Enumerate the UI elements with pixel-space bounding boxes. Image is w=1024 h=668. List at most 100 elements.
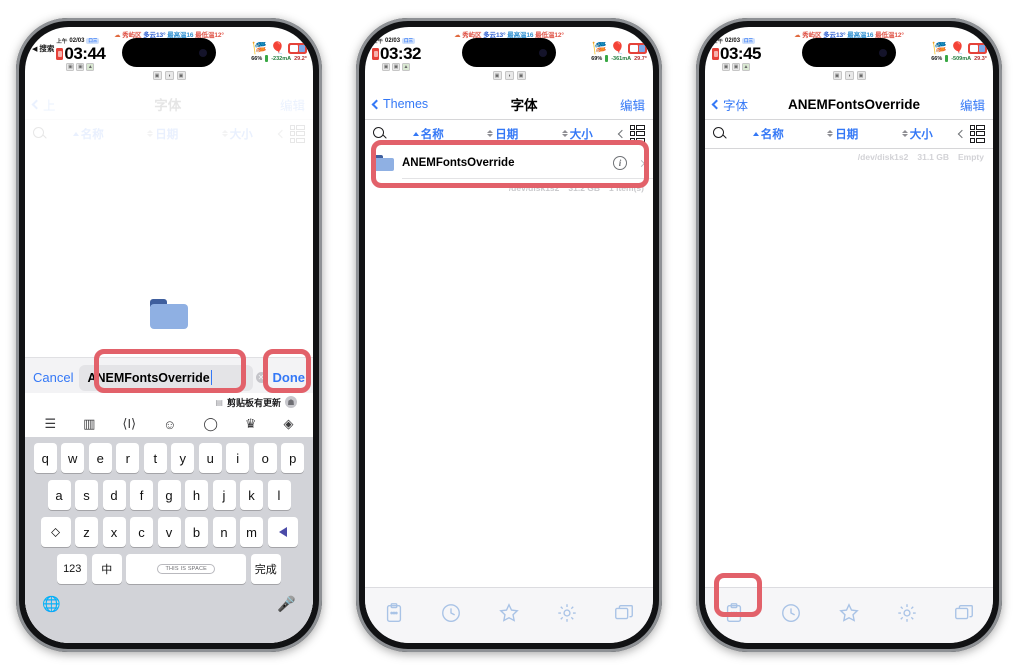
- key-s[interactable]: s: [75, 480, 98, 510]
- tab-clipboard[interactable]: [374, 598, 414, 628]
- sort-by-size-dimmed[interactable]: 大小: [200, 126, 275, 142]
- star-icon: [499, 603, 519, 622]
- sort-name-label: 名称: [420, 128, 444, 141]
- view-toggle[interactable]: [957, 124, 985, 143]
- gear-icon: [897, 604, 916, 622]
- cursor-icon[interactable]: ⟨I⟩: [122, 416, 136, 432]
- clear-icon[interactable]: ✕: [255, 372, 267, 383]
- tab-favorites[interactable]: [829, 598, 869, 628]
- battery-bar-icon: [945, 55, 949, 62]
- front-camera-icon: [539, 48, 547, 57]
- edit-button-dimmed[interactable]: 编辑: [280, 95, 305, 114]
- tab-clipboard[interactable]: [714, 598, 754, 628]
- dynamic-island: [462, 38, 556, 67]
- sort-size-label: 大小: [909, 128, 933, 141]
- language-key[interactable]: 中: [91, 554, 122, 584]
- clipboard-icon: [386, 603, 401, 622]
- menu-icon[interactable]: ☰: [44, 416, 56, 432]
- key-m[interactable]: m: [240, 517, 263, 547]
- key-t[interactable]: t: [143, 443, 167, 473]
- key-y[interactable]: y: [171, 443, 195, 473]
- sort-by-size[interactable]: 大小: [880, 126, 955, 142]
- search-icon[interactable]: [373, 126, 387, 141]
- screen-record-icon: ▣: [722, 63, 730, 71]
- delete-icon[interactable]: [267, 517, 298, 547]
- battery-current: -509mA: [951, 55, 972, 62]
- key-x[interactable]: x: [102, 517, 126, 547]
- key-h[interactable]: h: [185, 480, 208, 510]
- search-icon[interactable]: ◯: [203, 416, 218, 432]
- status-back-arrow-icon[interactable]: ◀: [32, 44, 37, 56]
- cancel-button[interactable]: Cancel: [33, 370, 73, 385]
- space-key-label: THIS IS SPACE: [157, 564, 216, 574]
- nav-back-button-dimmed[interactable]: 上: [31, 95, 56, 114]
- tab-windows[interactable]: [944, 598, 984, 628]
- shift-key[interactable]: ⬦: [40, 517, 71, 547]
- clipboard-update-text[interactable]: 剪贴板有更新: [227, 396, 281, 409]
- search-icon[interactable]: [33, 126, 47, 141]
- done-button[interactable]: Done: [273, 370, 306, 385]
- dynamic-island: [802, 38, 896, 67]
- sort-by-name[interactable]: 名称: [731, 126, 806, 142]
- sort-by-date[interactable]: 日期: [806, 126, 881, 142]
- key-v[interactable]: v: [157, 517, 181, 547]
- tab-windows[interactable]: [604, 598, 644, 628]
- status-bar-left: 上午 02/03 口三 03:45 ▣ ▣ ▲: [712, 37, 761, 71]
- key-b[interactable]: b: [185, 517, 208, 547]
- key-e[interactable]: e: [88, 443, 112, 473]
- shirt-icon[interactable]: ♛: [245, 416, 257, 432]
- storage-footer: /dev/disk1s2 31.1 GB Empty: [705, 148, 993, 162]
- done-key[interactable]: 完成: [250, 554, 281, 584]
- view-toggle[interactable]: [617, 124, 645, 143]
- table-row[interactable]: ANEMFontsOverride i: [365, 148, 653, 178]
- status-back-label[interactable]: 搜索: [39, 43, 54, 54]
- front-camera-icon: [199, 48, 207, 57]
- key-o[interactable]: o: [253, 443, 277, 473]
- more-icon[interactable]: ◈: [284, 416, 294, 432]
- battery-bar-icon: [265, 55, 269, 62]
- nav-back-button[interactable]: Themes: [371, 97, 428, 111]
- tab-recent[interactable]: [771, 598, 811, 628]
- edit-button[interactable]: 编辑: [620, 95, 645, 114]
- tab-favorites[interactable]: [489, 598, 529, 628]
- key-k[interactable]: k: [240, 480, 263, 510]
- key-i[interactable]: i: [226, 443, 250, 473]
- key-c[interactable]: c: [130, 517, 153, 547]
- sort-by-date-dimmed[interactable]: 日期: [126, 126, 201, 142]
- key-l[interactable]: l: [267, 480, 291, 510]
- file-list: ANEMFontsOverride i: [365, 148, 653, 179]
- microphone-icon[interactable]: 🎤: [277, 595, 296, 613]
- emoji-icon[interactable]: ☺: [163, 417, 176, 432]
- key-q[interactable]: q: [33, 443, 57, 473]
- sticker-icon[interactable]: ▥: [83, 416, 95, 432]
- rename-input[interactable]: ANEMFontsOverride ✕: [79, 364, 267, 391]
- key-w[interactable]: w: [61, 443, 85, 473]
- key-z[interactable]: z: [75, 517, 98, 547]
- sort-by-name[interactable]: 名称: [391, 126, 466, 142]
- key-f[interactable]: f: [130, 480, 153, 510]
- key-r[interactable]: r: [116, 443, 140, 473]
- space-key[interactable]: THIS IS SPACE: [126, 554, 247, 584]
- key-u[interactable]: u: [198, 443, 222, 473]
- balloon-icon: 🎈: [270, 41, 285, 55]
- info-icon[interactable]: i: [613, 156, 627, 170]
- tab-settings[interactable]: [547, 598, 587, 628]
- globe-icon[interactable]: 🌐: [42, 595, 61, 613]
- avatar-icon[interactable]: ☗: [285, 396, 297, 408]
- sort-by-size[interactable]: 大小: [540, 126, 615, 142]
- key-n[interactable]: n: [212, 517, 236, 547]
- edit-button[interactable]: 编辑: [960, 95, 985, 114]
- tab-recent[interactable]: [431, 598, 471, 628]
- nav-back-button[interactable]: 字体: [711, 95, 748, 114]
- tab-settings[interactable]: [887, 598, 927, 628]
- numbers-key[interactable]: 123: [57, 554, 88, 584]
- key-p[interactable]: p: [281, 443, 305, 473]
- key-g[interactable]: g: [157, 480, 181, 510]
- key-d[interactable]: d: [102, 480, 126, 510]
- key-a[interactable]: a: [47, 480, 71, 510]
- key-j[interactable]: j: [212, 480, 236, 510]
- search-icon[interactable]: [713, 126, 727, 141]
- sort-by-name-dimmed[interactable]: 名称: [51, 126, 126, 142]
- view-toggle-dimmed[interactable]: [277, 124, 305, 143]
- sort-by-date[interactable]: 日期: [466, 126, 541, 142]
